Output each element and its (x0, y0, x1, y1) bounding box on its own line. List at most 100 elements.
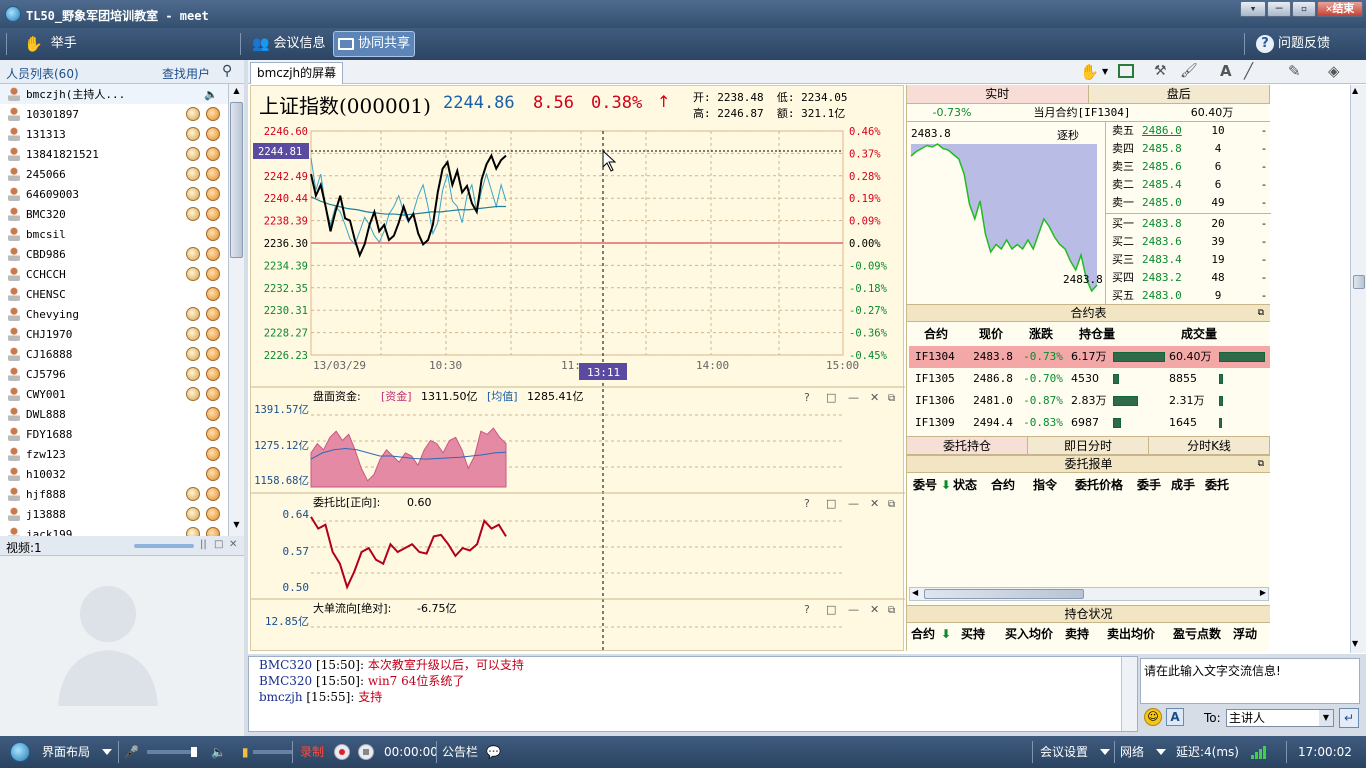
order-tab[interactable]: 委托持仓 (907, 437, 1028, 454)
stop-icon[interactable] (358, 744, 375, 760)
meeting-info-button[interactable]: 👥 会议信息 (252, 34, 325, 54)
microphone-icon[interactable] (206, 527, 220, 536)
orderbook-row[interactable]: 卖一 2485.0 49 - (1106, 194, 1271, 212)
chat-user[interactable]: bmczjh (259, 690, 303, 704)
contract-row[interactable]: IF1304 2483.8 -0.73% 6.17万 60.40万 (909, 346, 1270, 368)
speaker-icon[interactable]: 🔈 (204, 88, 218, 101)
microphone-icon[interactable] (206, 147, 220, 161)
help-icon[interactable]: ? (804, 497, 810, 510)
user-row[interactable]: 131313 (0, 124, 228, 144)
sort-arrow-icon[interactable]: ⬇ (941, 473, 953, 497)
orderbook-row[interactable]: 买一 2483.8 20 - (1106, 215, 1271, 233)
microphone-icon[interactable] (206, 447, 220, 461)
order-tab[interactable]: 即日分时 (1028, 437, 1149, 454)
record-icon[interactable] (334, 744, 351, 760)
minimize-icon[interactable]: — (848, 391, 859, 404)
microphone-icon[interactable] (206, 327, 220, 341)
position-column-header[interactable]: 卖出均价 (1107, 623, 1173, 645)
chat-user[interactable]: BMC320 (259, 658, 312, 672)
user-row[interactable]: fzw123 (0, 444, 228, 464)
sort-arrow-icon[interactable]: ⬇ (941, 623, 961, 645)
scroll-thumb[interactable] (230, 102, 243, 258)
user-row[interactable]: CJ5796 (0, 364, 228, 384)
microphone-icon[interactable] (206, 167, 220, 181)
orderbook-row[interactable]: 卖四 2485.8 4 - (1106, 140, 1271, 158)
minimize-icon[interactable]: — (848, 497, 859, 510)
microphone-icon[interactable] (206, 407, 220, 421)
microphone-icon[interactable] (206, 267, 220, 281)
maximize-icon[interactable]: □ (214, 539, 223, 550)
wand-icon[interactable]: ⚒ (1154, 63, 1167, 79)
user-row[interactable]: CCHCCH (0, 264, 228, 284)
contract-row[interactable]: IF1306 2481.0 -0.87% 2.83万 2.31万 (909, 390, 1270, 412)
popout-icon[interactable]: ⧉ (1258, 456, 1264, 473)
microphone-icon[interactable] (206, 207, 220, 221)
video-camera-icon[interactable] (186, 247, 200, 261)
microphone-icon[interactable] (206, 347, 220, 361)
orderbook-row[interactable]: 买三 2483.4 19 - (1106, 251, 1271, 269)
video-camera-icon[interactable] (186, 347, 200, 361)
find-user-link[interactable]: 查找用户 (162, 65, 210, 82)
video-camera-icon[interactable] (186, 127, 200, 141)
dropdown-button[interactable]: ▾ (1240, 1, 1266, 17)
send-button[interactable]: ↵ (1339, 708, 1359, 728)
microphone-icon[interactable] (206, 427, 220, 441)
user-row[interactable]: Chevying (0, 304, 228, 324)
order-column-header[interactable]: 委托 (1205, 473, 1229, 497)
video-camera-icon[interactable] (186, 527, 200, 536)
video-camera-icon[interactable] (186, 507, 200, 521)
meeting-settings-menu[interactable]: 会议设置 (1040, 740, 1111, 764)
user-row[interactable]: FDY1688 (0, 424, 228, 444)
microphone-icon[interactable] (206, 307, 220, 321)
slider-handle[interactable] (190, 747, 197, 757)
share-scrollbar[interactable]: ▲ ▼ (1350, 85, 1366, 653)
microphone-icon[interactable] (206, 367, 220, 381)
speaker-icon[interactable]: 🔈 (211, 740, 226, 764)
popout-icon[interactable]: ⧉ (1258, 305, 1264, 322)
orderbook-row[interactable]: 买四 2483.2 48 - (1106, 269, 1271, 287)
search-icon[interactable]: ⚲ (222, 63, 232, 79)
orderbook-row[interactable]: 买五 2483.0 9 - (1106, 287, 1271, 305)
user-row[interactable]: jack199 (0, 524, 228, 536)
video-camera-icon[interactable] (186, 107, 200, 121)
restore-icon[interactable]: □ (826, 391, 836, 404)
position-column-header[interactable]: 盈亏点数 (1173, 623, 1233, 645)
user-row[interactable]: 245066 (0, 164, 228, 184)
user-row[interactable]: 64609003 (0, 184, 228, 204)
position-column-header[interactable]: 买入均价 (1005, 623, 1065, 645)
video-camera-icon[interactable] (186, 187, 200, 201)
restore-icon[interactable]: □ (826, 603, 836, 616)
fit-screen-icon[interactable] (1118, 64, 1134, 78)
close-icon[interactable]: ✕ (870, 603, 879, 616)
feedback-button[interactable]: ? 问题反馈 (1256, 34, 1330, 54)
video-camera-icon[interactable] (186, 267, 200, 281)
camera-icon[interactable]: ▮ (242, 740, 249, 764)
video-volume-slider[interactable] (134, 544, 194, 548)
pause-icon[interactable]: || (200, 539, 207, 550)
orders-hscrollbar[interactable]: ◀ ▶ (909, 587, 1269, 601)
microphone-icon[interactable]: 🎤 (124, 740, 139, 764)
user-row[interactable]: j13888 (0, 504, 228, 524)
position-column-header[interactable]: 买持 (961, 623, 1005, 645)
chat-input[interactable]: 请在此输入文字交流信息! (1140, 658, 1360, 704)
video-camera-icon[interactable] (186, 487, 200, 501)
co-share-button[interactable]: 协同共享 (333, 31, 416, 57)
user-row[interactable]: DWL888 (0, 404, 228, 424)
user-row[interactable]: CBD986 (0, 244, 228, 264)
screen-tab[interactable]: bmczjh的屏幕 (250, 62, 344, 84)
maximize-button[interactable]: ▫ (1292, 1, 1316, 17)
scroll-up-icon[interactable]: ▲ (1352, 86, 1358, 95)
user-row[interactable]: CHENSC (0, 284, 228, 304)
video-camera-icon[interactable] (186, 207, 200, 221)
user-row[interactable]: bmczjh(主持人... 🔈 (0, 84, 228, 104)
scroll-down-icon[interactable]: ▼ (230, 520, 243, 532)
orderbook-row[interactable]: 买二 2483.6 39 - (1106, 233, 1271, 251)
chevron-down-icon[interactable]: ▼ (1102, 67, 1108, 76)
orderbook-row[interactable]: 卖二 2485.4 6 - (1106, 176, 1271, 194)
tab-after-hours[interactable]: 盘后 (1089, 85, 1270, 103)
restore-icon[interactable]: □ (826, 497, 836, 510)
scroll-up-icon[interactable]: ▲ (230, 86, 243, 98)
popout-icon[interactable]: ⧉ (888, 499, 895, 510)
microphone-icon[interactable] (206, 467, 220, 481)
chat-user[interactable]: BMC320 (259, 674, 312, 688)
